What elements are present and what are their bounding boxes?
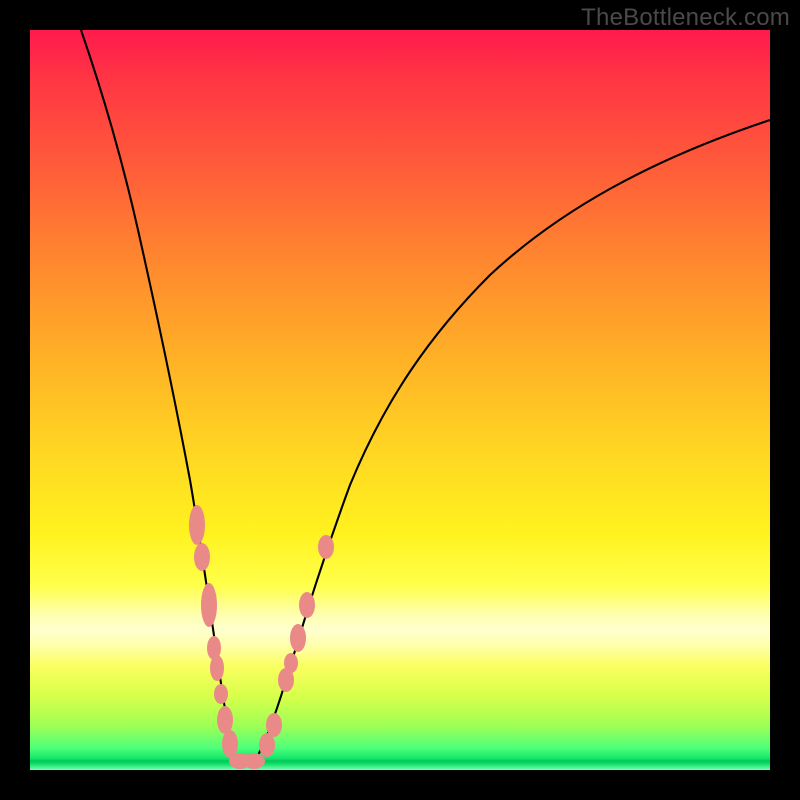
data-marker — [318, 535, 334, 559]
data-marker — [194, 543, 210, 571]
data-marker — [189, 505, 205, 545]
curve-right-branch — [237, 120, 770, 762]
chart-frame: TheBottleneck.com — [0, 0, 800, 800]
marker-group — [189, 505, 334, 769]
plot-area — [30, 30, 770, 770]
data-marker — [266, 713, 282, 737]
data-marker — [299, 592, 315, 618]
chart-overlay — [30, 30, 770, 770]
data-marker — [214, 684, 228, 704]
data-marker — [290, 624, 306, 652]
watermark-text: TheBottleneck.com — [581, 4, 790, 32]
data-marker — [201, 583, 217, 627]
data-marker — [243, 753, 265, 769]
data-marker — [217, 706, 233, 734]
data-marker — [210, 655, 224, 681]
data-marker — [284, 653, 298, 673]
